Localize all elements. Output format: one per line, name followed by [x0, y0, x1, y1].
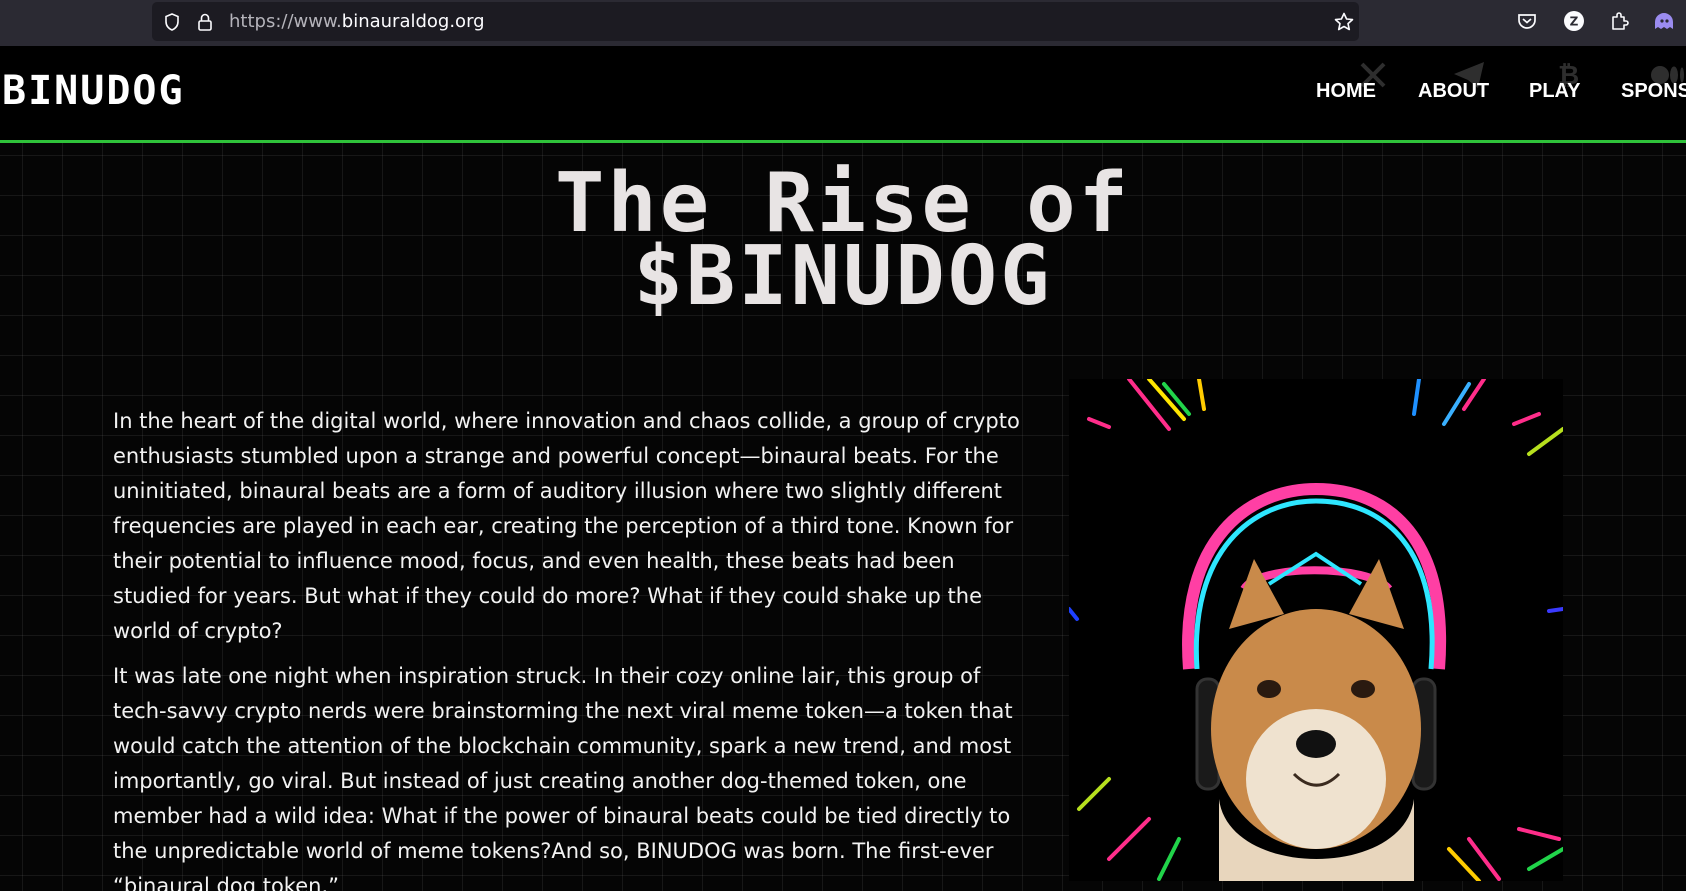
profile-icon[interactable]: Z [1562, 9, 1586, 33]
main-content: The Rise of $BINUDOG In the heart of the… [0, 143, 1686, 891]
site-header: BINUDOG ₿ HOME ABOUT PLAY SPONS [0, 46, 1686, 143]
hero-title: The Rise of $BINUDOG [0, 163, 1686, 318]
pocket-icon[interactable] [1515, 9, 1539, 33]
address-bar[interactable]: https://www.binauraldog.org [152, 2, 1359, 41]
nav-play[interactable]: PLAY [1529, 80, 1581, 103]
hero-title-line2: $BINUDOG [633, 229, 1053, 324]
shield-icon[interactable] [161, 11, 183, 33]
url-domain: binauraldog.org [341, 11, 485, 32]
url-text[interactable]: https://www.binauraldog.org [229, 11, 485, 32]
extension-ghost-icon[interactable] [1652, 9, 1676, 33]
shiba-inu-with-headphones-icon [1069, 379, 1563, 881]
site-logo[interactable]: BINUDOG [2, 68, 185, 114]
bookmark-star-icon[interactable] [1332, 10, 1356, 34]
story-text: In the heart of the digital world, where… [113, 404, 1038, 891]
nav-sponsors[interactable]: SPONS [1621, 80, 1686, 103]
lock-icon[interactable] [194, 11, 216, 33]
nav-about[interactable]: ABOUT [1418, 80, 1489, 103]
profile-letter: Z [1570, 15, 1579, 29]
binudog-image [1069, 379, 1563, 881]
nav-home[interactable]: HOME [1316, 80, 1376, 103]
story-paragraph-1: In the heart of the digital world, where… [113, 409, 1020, 643]
story-paragraph-2: It was late one night when inspiration s… [113, 664, 1013, 891]
browser-toolbar: https://www.binauraldog.org Z [0, 0, 1686, 46]
url-prefix: https://www. [229, 11, 342, 32]
extensions-icon[interactable] [1607, 9, 1631, 33]
